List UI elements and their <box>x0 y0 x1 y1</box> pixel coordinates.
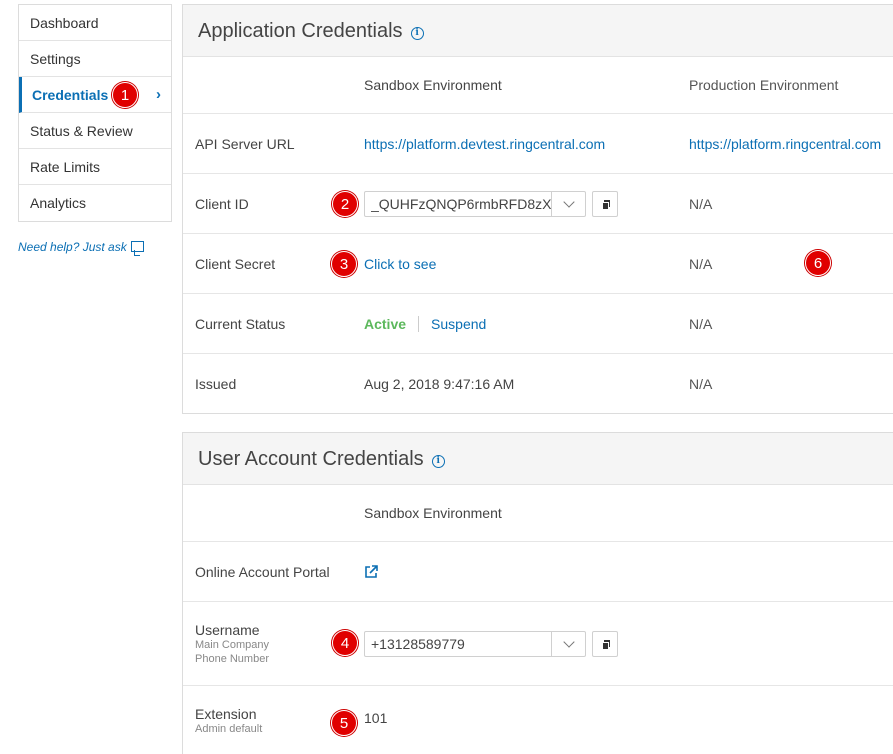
production-value: N/A <box>689 255 713 272</box>
panel-header: Application Credentials i <box>183 5 893 57</box>
panel-title: Application Credentials <box>198 20 403 42</box>
chevron-right-icon: › <box>156 86 161 103</box>
status-control: Active Suspend <box>364 294 486 353</box>
portal-link[interactable] <box>364 542 378 601</box>
annotation-marker: 6 <box>805 250 831 276</box>
table-row: Online Account Portal <box>183 542 893 602</box>
sidebar-item-label: Analytics <box>30 195 87 211</box>
table-row: Issued Aug 2, 2018 9:47:16 AM N/A <box>183 354 893 414</box>
row-sublabel: Main Company <box>195 638 269 651</box>
external-link-icon <box>365 564 378 578</box>
extension-value: 101 <box>364 710 388 726</box>
table-row: Client Secret Click to see N/A <box>183 234 893 294</box>
application-credentials-panel: Application Credentials i Sandbox Environ… <box>182 4 893 414</box>
sidebar-item-dashboard[interactable]: Dashboard <box>19 5 171 41</box>
sidebar-item-label: Status & Review <box>30 123 133 139</box>
panel-header: User Account Credentials i <box>183 433 893 485</box>
sandbox-api-url-link[interactable]: https://platform.devtest.ringcentral.com <box>364 114 605 173</box>
column-header-row: Sandbox Environment <box>183 485 893 542</box>
copy-client-id-button[interactable] <box>592 190 618 217</box>
copy-icon <box>602 641 609 650</box>
annotation-marker: 2 <box>332 191 358 217</box>
copy-icon <box>602 201 609 210</box>
table-row: Username Main Company Phone Number +1312… <box>183 602 893 686</box>
row-sublabel: Admin default <box>195 723 263 735</box>
dropdown-toggle[interactable] <box>551 631 585 656</box>
panel-title: User Account Credentials <box>198 448 424 470</box>
sidebar-item-label: Rate Limits <box>30 159 101 175</box>
row-label: Current Status <box>195 315 286 332</box>
sidebar-item-credentials[interactable]: Credentials › <box>19 77 171 113</box>
row-sublabel: Phone Number <box>195 652 269 665</box>
username-label-group: Username Main Company Phone Number <box>195 602 269 685</box>
annotation-marker: 3 <box>331 251 357 277</box>
annotation-marker: 1 <box>112 82 138 108</box>
divider <box>418 315 420 332</box>
sidebar-item-analytics[interactable]: Analytics <box>19 185 171 221</box>
column-header-production: Production Environment <box>689 77 839 93</box>
chevron-down-icon <box>562 195 575 208</box>
username-control: +13128589779 <box>364 602 618 685</box>
client-id-control: _QUHFzQNQP6rmbRFD8zXg <box>364 174 618 233</box>
issued-date: Aug 2, 2018 9:47:16 AM <box>364 376 515 392</box>
info-icon[interactable]: i <box>410 27 424 40</box>
sidebar-item-label: Settings <box>30 51 81 67</box>
sidebar-item-label: Credentials <box>32 87 109 103</box>
username-value: +13128589779 <box>371 635 465 652</box>
table-row: Extension Admin default 101 <box>183 686 893 754</box>
user-account-credentials-panel: User Account Credentials i Sandbox Enviro… <box>182 432 893 754</box>
suspend-link[interactable]: Suspend <box>431 316 486 332</box>
info-icon[interactable]: i <box>431 455 445 468</box>
sidebar-item-rate-limits[interactable]: Rate Limits <box>19 149 171 185</box>
client-id-value: _QUHFzQNQP6rmbRFD8zXg <box>371 195 551 212</box>
sidebar-item-label: Dashboard <box>30 15 99 31</box>
production-api-url-link[interactable]: https://platform.ringcentral.com <box>689 114 881 173</box>
chevron-down-icon <box>562 635 575 648</box>
copy-username-button[interactable] <box>592 630 618 657</box>
row-label: Client ID <box>195 195 249 212</box>
sidebar-item-settings[interactable]: Settings <box>19 41 171 77</box>
row-label: Client Secret <box>195 255 276 272</box>
row-label: Issued <box>195 376 237 392</box>
help-link-label: Need help? Just ask <box>18 240 127 254</box>
production-value: N/A <box>689 376 713 392</box>
table-row: API Server URL https://platform.devtest.… <box>183 114 893 174</box>
production-value: N/A <box>689 315 713 332</box>
production-value: N/A <box>689 195 713 212</box>
row-label: API Server URL <box>195 135 295 152</box>
sidebar-item-status-review[interactable]: Status & Review <box>19 113 171 149</box>
row-label: Online Account Portal <box>195 563 330 580</box>
row-label: Username <box>195 621 260 638</box>
sidebar-nav: Dashboard Settings Credentials › Status &… <box>18 4 172 222</box>
dropdown-toggle[interactable] <box>551 191 585 216</box>
chat-icon <box>130 241 144 256</box>
row-label: Extension <box>195 706 257 722</box>
annotation-marker: 5 <box>331 710 357 736</box>
client-id-dropdown[interactable]: _QUHFzQNQP6rmbRFD8zXg <box>364 190 586 217</box>
annotation-marker: 4 <box>332 630 358 656</box>
client-secret-reveal-link[interactable]: Click to see <box>364 234 436 293</box>
column-header-sandbox: Sandbox Environment <box>364 505 502 521</box>
help-link[interactable]: Need help? Just ask <box>18 240 144 256</box>
column-header-sandbox: Sandbox Environment <box>364 77 502 93</box>
username-dropdown[interactable]: +13128589779 <box>364 630 586 657</box>
table-row: Current Status Active Suspend N/A <box>183 294 893 354</box>
extension-label-group: Extension Admin default <box>195 686 262 754</box>
status-badge: Active <box>364 315 407 332</box>
table-row: Client ID _QUHFzQNQP6rmbRFD8zXg N/A <box>183 174 893 234</box>
column-header-row: Sandbox Environment Production Environme… <box>183 57 893 114</box>
